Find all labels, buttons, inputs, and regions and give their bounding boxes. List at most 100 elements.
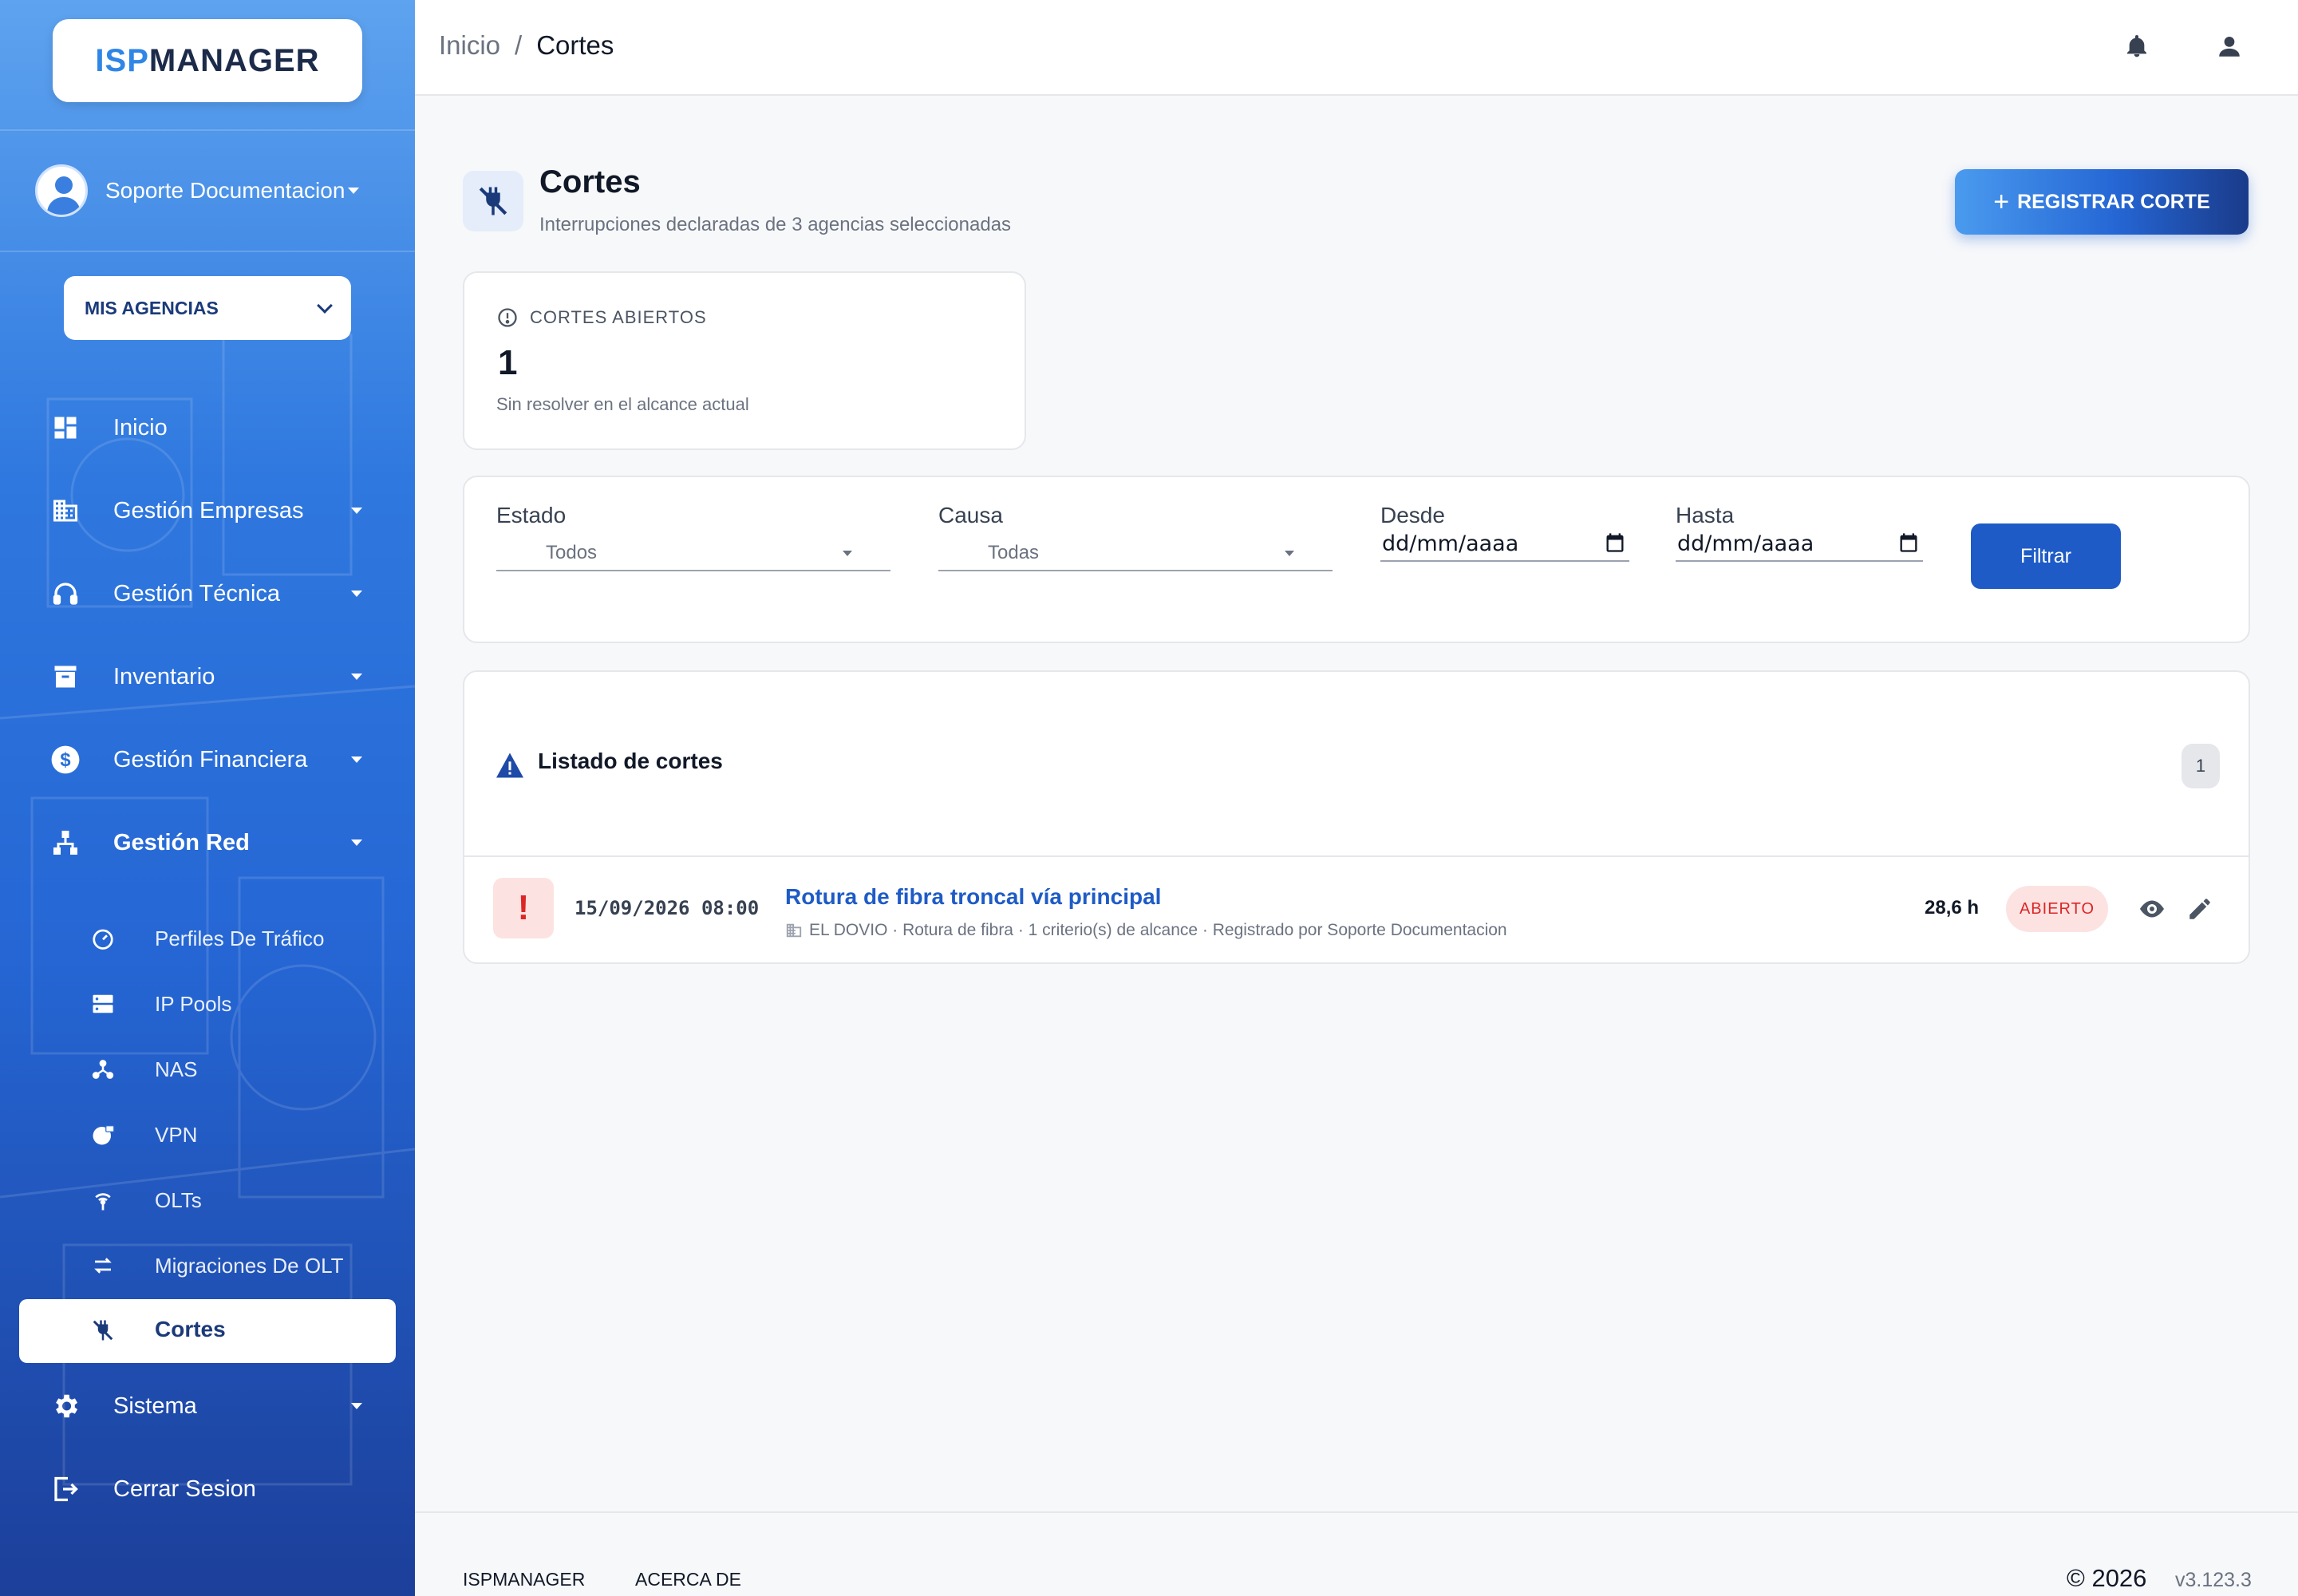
stat-label-text: CORTES ABIERTOS <box>530 307 707 327</box>
archive-icon <box>49 661 81 693</box>
logout-icon <box>49 1473 81 1505</box>
swap-icon <box>89 1252 116 1279</box>
antenna-icon <box>89 1187 116 1214</box>
sidebar-divider <box>0 251 415 252</box>
nav-gestion-financiera-label: Gestión Financiera <box>113 746 308 772</box>
footer: ISPMANAGER ACERCA DE © 2026 v3.123.3 <box>415 1511 2298 1596</box>
dollar-icon: $ <box>49 744 81 776</box>
alert-exclamation-icon: ! <box>493 878 554 938</box>
nav-cerrar-sesion[interactable]: Cerrar Sesion <box>0 1457 415 1521</box>
caret-down-icon <box>348 188 360 194</box>
topbar: Inicio / Cortes <box>415 0 2298 96</box>
page-subtitle: Interrupciones declaradas de 3 agencias … <box>539 214 1012 235</box>
register-outage-label: REGISTRAR CORTE <box>2017 190 2210 213</box>
breadcrumb-home[interactable]: Inicio <box>439 30 500 61</box>
causa-label: Causa <box>938 503 1003 527</box>
estado-select[interactable]: Todos <box>496 536 890 571</box>
stat-value: 1 <box>498 343 518 382</box>
subnav-ip-pools[interactable]: IP Pools <box>0 980 415 1028</box>
subnav-cortes[interactable]: Cortes <box>19 1299 396 1363</box>
outage-title-link[interactable]: Rotura de fibra troncal vía principal <box>785 884 1161 910</box>
hasta-date-input[interactable]: dd/mm/aaaa <box>1676 527 1923 562</box>
nav-inicio-label: Inicio <box>113 414 168 440</box>
speedometer-icon <box>89 925 116 952</box>
stat-label: CORTES ABIERTOS <box>496 306 707 329</box>
caret-down-icon <box>351 508 362 514</box>
nav-inventario[interactable]: Inventario <box>0 645 415 709</box>
subnav-cortes-label: Cortes <box>155 1317 226 1341</box>
outage-date: 15/09/2026 08:00 <box>574 897 760 919</box>
estado-select-value: Todos <box>546 542 598 563</box>
list-divider <box>464 855 2249 857</box>
subnav-vpn[interactable]: VPN <box>0 1111 415 1159</box>
agency-select[interactable]: MIS AGENCIAS <box>64 276 351 340</box>
breadcrumb-separator: / <box>515 30 523 60</box>
footer-link-acerca-de[interactable]: ACERCA DE <box>635 1569 741 1590</box>
nav-gestion-red[interactable]: Gestión Red <box>0 811 415 875</box>
footer-version: v3.123.3 <box>2175 1569 2252 1591</box>
nav-sistema-label: Sistema <box>113 1393 197 1419</box>
subnav-perfiles-trafico[interactable]: Perfiles De Tráfico <box>0 915 415 962</box>
desde-date-input[interactable]: dd/mm/aaaa <box>1380 527 1629 562</box>
nav-cerrar-sesion-label: Cerrar Sesion <box>113 1476 256 1502</box>
subnav-ip-pools-label: IP Pools <box>155 991 232 1016</box>
network-icon <box>49 827 81 859</box>
caret-down-icon <box>351 1403 362 1409</box>
register-outage-button[interactable]: + REGISTRAR CORTE <box>1955 169 2249 235</box>
app-logo[interactable]: ISP MANAGER <box>53 19 362 102</box>
nav-sistema[interactable]: Sistema <box>0 1374 415 1438</box>
footer-link-ispmanager[interactable]: ISPMANAGER <box>463 1569 585 1590</box>
subnav-perfiles-trafico-label: Perfiles De Tráfico <box>155 926 325 950</box>
estado-label: Estado <box>496 503 567 527</box>
nav-gestion-empresas[interactable]: Gestión Empresas <box>0 479 415 543</box>
page-title: Cortes <box>539 164 641 200</box>
nav-inicio[interactable]: Inicio <box>0 396 415 460</box>
gear-icon <box>49 1390 81 1422</box>
filter-button[interactable]: Filtrar <box>1971 523 2121 589</box>
stat-note: Sin resolver en el alcance actual <box>496 394 749 414</box>
notifications-bell-icon[interactable] <box>2121 30 2153 62</box>
globe-lock-icon <box>89 1121 116 1148</box>
subnav-nas[interactable]: NAS <box>0 1045 415 1093</box>
desde-label: Desde <box>1380 503 1445 527</box>
outage-meta: EL DOVIO · Rotura de fibra · 1 criterio(… <box>785 921 1507 940</box>
view-eye-icon[interactable] <box>2137 894 2167 924</box>
plus-icon: + <box>1993 187 2010 217</box>
outage-meta-text: EL DOVIO · Rotura de fibra · 1 criterio(… <box>809 921 1507 939</box>
subnav-nas-label: NAS <box>155 1057 198 1081</box>
causa-select[interactable]: Todas <box>938 536 1333 571</box>
user-account-icon[interactable] <box>2213 30 2245 62</box>
edit-pencil-icon[interactable] <box>2185 894 2215 924</box>
svg-text:$: $ <box>60 749 70 771</box>
power-off-icon <box>463 171 523 231</box>
list-title: Listado de cortes <box>538 749 723 773</box>
calendar-icon[interactable] <box>1604 531 1626 559</box>
subnav-migraciones-olt[interactable]: Migraciones De OLT <box>0 1242 415 1290</box>
hub-icon <box>89 1056 116 1083</box>
hasta-date-value: dd/mm/aaaa <box>1677 531 1814 556</box>
desde-date-value: dd/mm/aaaa <box>1382 531 1519 556</box>
nav-gestion-tecnica[interactable]: Gestión Técnica <box>0 562 415 626</box>
hasta-label: Hasta <box>1676 503 1735 527</box>
server-icon <box>89 990 116 1017</box>
caret-down-icon <box>351 839 362 846</box>
subnav-olts[interactable]: OLTs <box>0 1176 415 1224</box>
caret-down-icon <box>351 674 362 680</box>
sidebar-divider <box>0 129 415 131</box>
agency-select-label: MIS AGENCIAS <box>85 297 219 318</box>
building-icon <box>786 923 802 938</box>
sidebar: ISP MANAGER Soporte Documentacion MIS AGE… <box>0 0 415 1596</box>
outage-duration: 28,6 h <box>1925 897 1980 918</box>
calendar-icon[interactable] <box>1897 531 1920 559</box>
subnav-vpn-label: VPN <box>155 1122 198 1147</box>
user-menu[interactable]: Soporte Documentacion <box>35 164 360 217</box>
caret-down-icon <box>843 551 852 556</box>
nav-gestion-financiera[interactable]: $ Gestión Financiera <box>0 728 415 792</box>
footer-copyright: © 2026 <box>2067 1564 2147 1592</box>
caret-down-icon <box>351 591 362 597</box>
info-circle-icon <box>498 308 517 327</box>
subnav-migraciones-olt-label: Migraciones De OLT <box>155 1253 344 1278</box>
causa-select-value: Todas <box>988 542 1040 563</box>
status-badge: ABIERTO <box>2006 886 2108 932</box>
nav-gestion-red-label: Gestión Red <box>113 829 250 855</box>
